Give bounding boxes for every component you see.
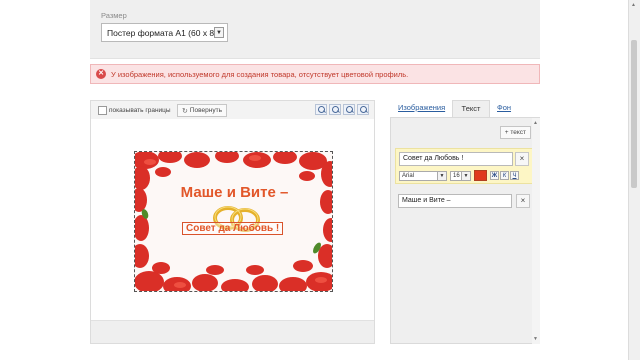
close-icon[interactable]: × xyxy=(516,194,530,208)
side-panel: Изображения Текст Фон + текст Совет да Л… xyxy=(390,100,540,344)
rotate-label: Повернуть xyxy=(189,107,222,114)
size-select[interactable]: Постер формата А1 (60 х 84 ▼ xyxy=(101,23,228,42)
text-value-input[interactable]: Маше и Вите – xyxy=(398,194,512,208)
side-tabs: Изображения Текст Фон xyxy=(390,100,540,117)
poster-title-text[interactable]: Маше и Вите – xyxy=(135,184,332,201)
zoom-in-icon[interactable] xyxy=(329,104,341,115)
show-bounds-toggle[interactable]: показывать границы xyxy=(98,105,171,116)
poster-selected-text[interactable]: Совет да Любовь ! xyxy=(182,222,284,235)
tab-text[interactable]: Текст xyxy=(452,100,490,117)
editor-toolbar: показывать границы ↻ Повернуть xyxy=(91,101,374,120)
bold-button[interactable]: Ж xyxy=(490,171,499,180)
poster-preview[interactable]: Маше и Вите – Совет да Любовь ! xyxy=(134,151,333,292)
canvas-area: Маше и Вите – Совет да Любовь ! xyxy=(91,119,374,323)
add-text-button[interactable]: + текст xyxy=(499,126,531,139)
text-panel: + текст Совет да Любовь ! × Arial ▼ 16 ▼… xyxy=(390,117,540,344)
text-value-input[interactable]: Совет да Любовь ! xyxy=(399,152,513,166)
font-size-value: 16 xyxy=(453,172,460,179)
tab-images[interactable]: Изображения xyxy=(398,100,445,117)
tab-background[interactable]: Фон xyxy=(497,100,511,117)
page-scrollbar[interactable]: ▲ xyxy=(628,0,640,360)
scroll-up-icon[interactable]: ▲ xyxy=(631,2,636,8)
scrollbar-thumb[interactable] xyxy=(631,40,637,188)
rotate-button[interactable]: ↻ Повернуть xyxy=(177,104,227,117)
zoom-actual-icon[interactable] xyxy=(357,104,369,115)
size-select-value: Постер формата А1 (60 х 84 xyxy=(107,28,219,38)
scroll-up-icon[interactable]: ▲ xyxy=(533,120,538,126)
show-bounds-checkbox[interactable] xyxy=(98,106,107,115)
color-profile-error: ✕ У изображения, используемого для созда… xyxy=(90,64,540,84)
font-family-value: Arial xyxy=(402,172,415,179)
chevron-down-icon: ▼ xyxy=(461,171,470,180)
text-color-swatch[interactable] xyxy=(474,170,487,181)
rotate-icon: ↻ xyxy=(182,107,188,115)
size-panel: Размер Постер формата А1 (60 х 84 ▼ xyxy=(90,0,540,59)
zoom-out-icon[interactable] xyxy=(315,104,327,115)
zoom-fit-icon[interactable] xyxy=(343,104,355,115)
font-family-select[interactable]: Arial ▼ xyxy=(399,170,447,181)
text-item: Маше и Вите – × xyxy=(395,191,533,211)
text-format-row: Arial ▼ 16 ▼ Ж К Ч xyxy=(399,170,520,181)
text-item: Совет да Любовь ! × Arial ▼ 16 ▼ Ж К Ч xyxy=(395,148,533,184)
underline-button[interactable]: Ч xyxy=(510,171,519,180)
poster-editor: показывать границы ↻ Повернуть Маше и Ви… xyxy=(90,100,375,344)
error-icon: ✕ xyxy=(96,69,106,79)
show-bounds-label: показывать границы xyxy=(109,107,171,114)
error-message: У изображения, используемого для создани… xyxy=(111,70,409,79)
editor-footer xyxy=(91,320,374,343)
chevron-down-icon[interactable]: ▼ xyxy=(214,27,224,38)
text-panel-scrollbar[interactable]: ▲ ▼ xyxy=(532,118,540,344)
size-label: Размер xyxy=(101,11,127,20)
font-size-select[interactable]: 16 ▼ xyxy=(450,170,471,181)
scroll-down-icon[interactable]: ▼ xyxy=(533,336,538,342)
zoom-controls xyxy=(313,104,369,115)
italic-button[interactable]: К xyxy=(500,171,509,180)
chevron-down-icon: ▼ xyxy=(437,171,446,180)
close-icon[interactable]: × xyxy=(515,152,529,166)
